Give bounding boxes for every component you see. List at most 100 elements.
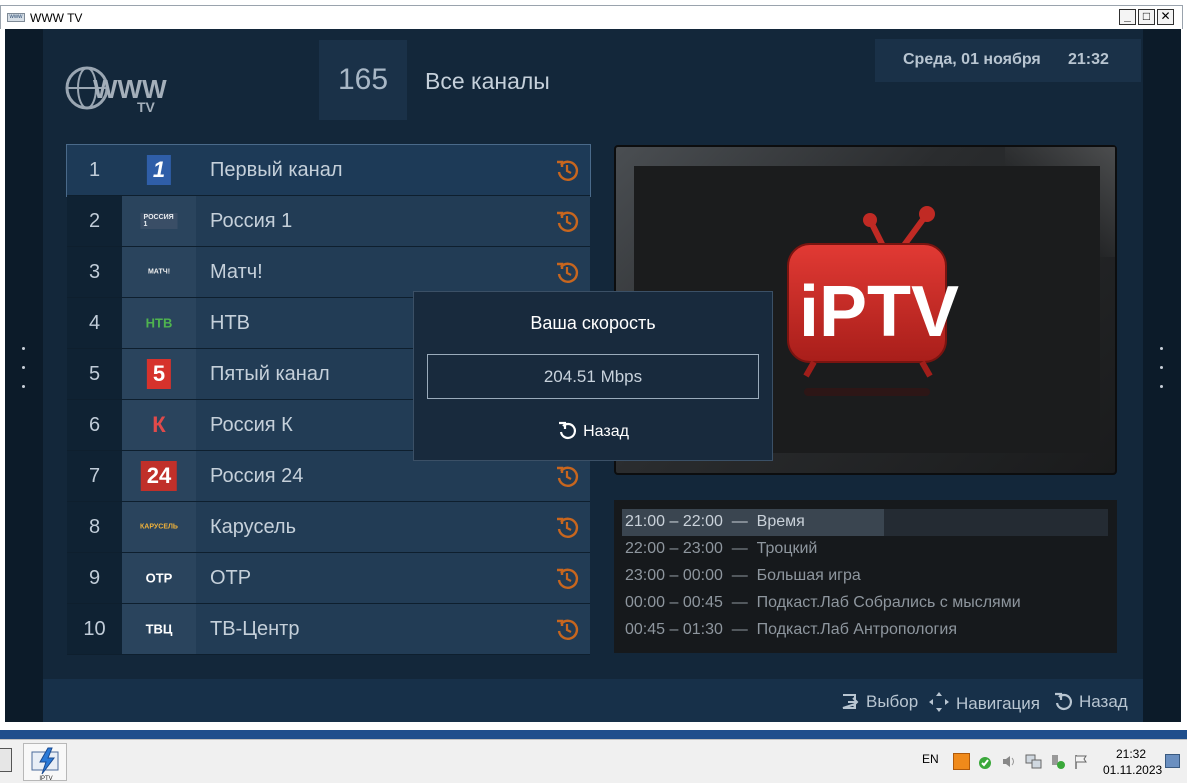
iptv-logo-text: iPTV — [799, 272, 959, 352]
channel-number: 1 — [67, 145, 122, 195]
archive-history-icon[interactable] — [554, 616, 580, 642]
channel-row[interactable]: 9 ОТР ОТР — [67, 553, 590, 604]
channel-logo: РОССИЯ 1 — [122, 196, 196, 246]
taskbar-clock[interactable]: 21:32 01.11.2023 — [1103, 746, 1163, 778]
channel-logo: КАРУСЕЛЬ — [122, 502, 196, 552]
epg-time: 00:00 – 00:45 — [625, 594, 723, 611]
channel-logo: ОТР — [122, 553, 196, 603]
date-time-box: Среда, 01 ноября 21:32 — [875, 39, 1141, 82]
channel-number: 4 — [67, 298, 122, 348]
right-side-panel[interactable] — [1143, 29, 1181, 722]
epg-item[interactable]: 00:00 – 00:45 — Подкаст.Лаб Собрались с … — [625, 594, 1021, 612]
channel-logo: ТВЦ — [122, 604, 196, 654]
channel-number: 3 — [67, 247, 122, 297]
back-hint[interactable]: Назад — [1053, 691, 1128, 712]
back-hint-label: Назад — [1079, 692, 1128, 711]
epg-title: Троцкий — [756, 540, 818, 557]
epg-title: Большая игра — [756, 567, 861, 584]
channel-name: ОТР — [196, 553, 590, 603]
language-indicator[interactable]: EN — [922, 752, 939, 766]
channel-number: 6 — [67, 400, 122, 450]
epg-item[interactable]: 23:00 – 00:00 — Большая игра — [625, 567, 861, 585]
navigation-hint-label: Навигация — [956, 694, 1040, 713]
power-icon[interactable] — [1049, 753, 1066, 770]
channel-row[interactable]: 1 1 Первый канал — [66, 144, 591, 197]
left-menu-dots-icon[interactable] — [21, 347, 27, 404]
epg-item[interactable]: 22:00 – 23:00 — Троцкий — [625, 540, 817, 558]
channel-row[interactable]: 10 ТВЦ ТВ-Центр — [67, 604, 590, 655]
channel-logo-mark: МАТЧ! — [147, 268, 171, 276]
channel-number: 2 — [67, 196, 122, 246]
epg-panel: 21:00 – 22:00 — Время 22:00 – 23:00 — Тро… — [614, 500, 1117, 653]
iptv-player-icon: IPTV — [31, 747, 59, 782]
epg-time: 22:00 – 23:00 — [625, 540, 723, 557]
navigation-hint[interactable]: Навигация — [928, 691, 1040, 714]
channel-name: Матч! — [196, 247, 590, 297]
epg-time: 23:00 – 00:00 — [625, 567, 723, 584]
channel-name: Россия 1 — [196, 196, 590, 246]
close-button[interactable]: ✕ — [1157, 9, 1174, 25]
tray-app-icon[interactable] — [953, 753, 970, 770]
channel-logo-mark: 1 — [146, 155, 172, 185]
channel-name: Карусель — [196, 502, 590, 552]
archive-history-icon[interactable] — [554, 208, 580, 234]
channel-name: Первый канал — [196, 145, 590, 195]
epg-item[interactable]: 00:45 – 01:30 — Подкаст.Лаб Антропология — [625, 621, 957, 639]
channel-row[interactable]: 2 РОССИЯ 1 Россия 1 — [67, 196, 590, 247]
maximize-button[interactable]: □ — [1138, 9, 1155, 25]
channel-logo-mark: РОССИЯ 1 — [140, 213, 178, 229]
archive-history-icon[interactable] — [554, 514, 580, 540]
channel-logo: НТВ — [122, 298, 196, 348]
taskbar-date: 01.11.2023 — [1103, 763, 1163, 777]
network-icon[interactable] — [1025, 753, 1042, 770]
volume-icon[interactable] — [1001, 753, 1018, 770]
channel-logo: 1 — [122, 145, 196, 195]
channel-name-label: ТВ-Центр — [210, 618, 300, 640]
action-center-flag-icon[interactable] — [1073, 753, 1090, 770]
channel-number: 8 — [67, 502, 122, 552]
taskbar: IPTV EN 21:32 01.11.2023 — [0, 739, 1187, 783]
epg-title: Время — [756, 513, 805, 530]
show-desktop-button[interactable] — [1165, 754, 1180, 768]
logo-sub: TV — [137, 99, 156, 115]
right-menu-dots-icon[interactable] — [1159, 347, 1165, 404]
channel-logo: 5 — [122, 349, 196, 399]
dialog-back-button[interactable]: Назад — [414, 420, 772, 441]
archive-history-icon[interactable] — [554, 259, 580, 285]
minimize-button[interactable]: _ — [1119, 9, 1136, 25]
epg-time: 21:00 – 22:00 — [625, 513, 723, 530]
left-side-panel[interactable] — [5, 29, 43, 722]
channel-number: 5 — [67, 349, 122, 399]
channel-count: 165 — [319, 40, 407, 120]
channel-number: 7 — [67, 451, 122, 501]
back-icon — [1055, 692, 1072, 710]
taskbar-app-icon[interactable] — [0, 748, 12, 772]
archive-history-icon[interactable] — [554, 565, 580, 591]
channel-row[interactable]: 8 КАРУСЕЛЬ Карусель — [67, 502, 590, 553]
channel-name-label: Пятый канал — [210, 363, 330, 385]
category-title[interactable]: Все каналы — [425, 68, 550, 95]
speed-dialog: Ваша скорость 204.51 Mbps Назад — [413, 291, 773, 461]
channel-name: ТВ-Центр — [196, 604, 590, 654]
archive-history-icon[interactable] — [554, 157, 580, 183]
channel-logo: 24 — [122, 451, 196, 501]
channel-logo-mark: ТВЦ — [145, 621, 173, 637]
www-tv-logo: WWW TV — [65, 64, 175, 116]
app-icon: www — [7, 13, 25, 22]
tray-update-icon[interactable] — [977, 753, 994, 770]
epg-time: 00:45 – 01:30 — [625, 621, 723, 638]
select-hint[interactable]: Выбор — [840, 691, 918, 712]
channel-logo: К — [122, 400, 196, 450]
taskbar-time: 21:32 — [1115, 747, 1147, 761]
taskbar-iptv-app[interactable]: IPTV — [23, 743, 67, 782]
window-titlebar: www WWW TV _ □ ✕ — [0, 5, 1183, 29]
channel-logo-mark: НТВ — [145, 315, 173, 331]
channel-name-label: Матч! — [210, 261, 263, 283]
channel-logo-mark: К — [152, 412, 166, 437]
window-bottom-border — [0, 730, 1187, 739]
epg-item[interactable]: 21:00 – 22:00 — Время — [625, 513, 805, 531]
dialog-title: Ваша скорость — [530, 313, 656, 333]
archive-history-icon[interactable] — [554, 463, 580, 489]
channel-name-label: Россия К — [210, 414, 293, 436]
channel-logo: МАТЧ! — [122, 247, 196, 297]
